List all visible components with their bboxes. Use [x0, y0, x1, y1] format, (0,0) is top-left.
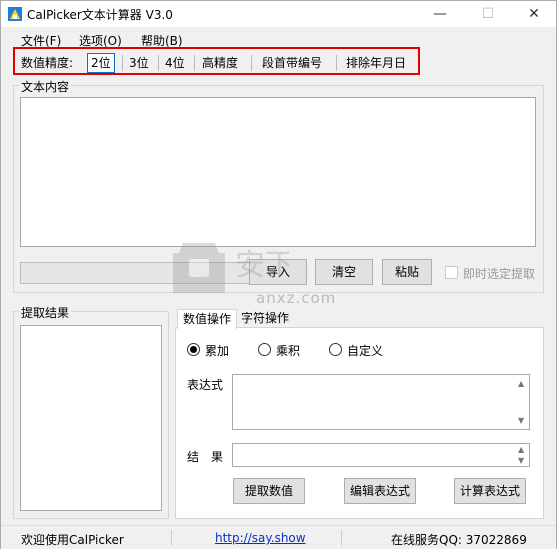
close-button[interactable]: ✕	[511, 1, 557, 27]
app-window: CalPicker文本计算器 V3.0 — ☐ ✕ 文件(F) 选项(O) 帮助…	[0, 0, 557, 549]
toolbar-divider	[194, 55, 195, 71]
high-precision-button[interactable]: 高精度	[202, 54, 238, 72]
status-qq: 在线服务QQ: 37022869	[391, 533, 527, 547]
extract-result-title: 提取结果	[19, 304, 72, 321]
product-radio-label: 乘积	[276, 344, 301, 358]
extract-values-button[interactable]: 提取数值	[233, 478, 305, 504]
text-content-input[interactable]	[20, 97, 536, 247]
product-radio[interactable]	[258, 343, 271, 356]
toolbar-divider	[158, 55, 159, 71]
precision-3-button[interactable]: 3位	[129, 54, 149, 72]
custom-radio[interactable]	[329, 343, 342, 356]
scroll-down-icon[interactable]: ▼	[518, 416, 524, 425]
tab-string[interactable]: 字符操作	[237, 311, 293, 327]
title-bar[interactable]: CalPicker文本计算器 V3.0 — ☐ ✕	[1, 1, 556, 27]
scroll-down-icon[interactable]: ▼	[518, 456, 524, 465]
toolbar-divider	[251, 55, 252, 71]
svg-text:安下: 安下	[235, 248, 289, 283]
edit-expression-button[interactable]: 编辑表达式	[344, 478, 416, 504]
toolbar-divider	[336, 55, 337, 71]
website-link[interactable]: http://say.show	[215, 531, 306, 545]
window-title: CalPicker文本计算器 V3.0	[27, 8, 173, 22]
status-divider	[341, 530, 342, 546]
custom-radio-label: 自定义	[347, 344, 384, 358]
scroll-up-icon[interactable]: ▲	[518, 445, 524, 454]
instant-extract-checkbox[interactable]	[445, 266, 458, 279]
sum-radio-label: 累加	[205, 344, 230, 358]
scroll-up-icon[interactable]: ▲	[518, 379, 524, 388]
watermark-text: anxz.com	[256, 289, 337, 307]
paste-button[interactable]: 粘贴	[382, 259, 432, 285]
expression-input[interactable]	[232, 374, 530, 430]
maximize-button[interactable]: ☐	[465, 1, 511, 27]
precision-label: 数值精度:	[21, 56, 74, 70]
expression-label: 表达式	[187, 378, 224, 392]
status-welcome: 欢迎使用CalPicker	[21, 533, 124, 547]
calc-expression-button[interactable]: 计算表达式	[454, 478, 526, 504]
precision-4-button[interactable]: 4位	[165, 54, 185, 72]
tab-numeric[interactable]: 数值操作	[177, 309, 237, 329]
exclude-date-button[interactable]: 排除年月日	[346, 54, 406, 72]
toolbar-divider	[122, 55, 123, 71]
result-label: 结 果	[187, 450, 224, 464]
menu-bar: 文件(F) 选项(O) 帮助(B)	[1, 29, 556, 49]
paragraph-numbered-button[interactable]: 段首带编号	[262, 54, 322, 72]
minimize-button[interactable]: —	[417, 1, 463, 27]
status-divider	[171, 530, 172, 546]
extract-result-list[interactable]	[20, 325, 162, 511]
result-output[interactable]	[232, 443, 530, 467]
app-icon	[8, 7, 22, 21]
status-bar: 欢迎使用CalPicker http://say.show 在线服务QQ: 37…	[1, 525, 556, 549]
text-content-title: 文本内容	[19, 78, 72, 95]
instant-extract-label: 即时选定提取	[463, 267, 536, 281]
sum-radio[interactable]	[187, 343, 200, 356]
clear-button[interactable]: 清空	[315, 259, 373, 285]
precision-2-button[interactable]: 2位	[87, 53, 115, 73]
